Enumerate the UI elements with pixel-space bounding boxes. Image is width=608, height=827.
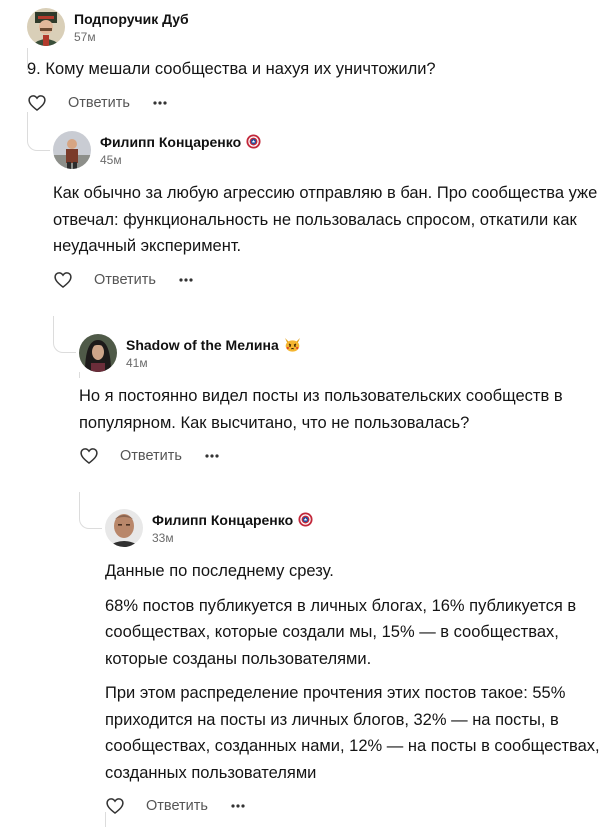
comment-text: Данные по последнему срезу. 68% постов п… xyxy=(105,558,600,786)
avatar[interactable] xyxy=(53,131,91,169)
more-dots-icon[interactable] xyxy=(153,100,167,105)
comment-paragraph: 68% постов публикуется в личных блогах, … xyxy=(105,596,577,668)
comment: Shadow of the Мелина 41м Но я постоянно … xyxy=(79,334,599,467)
author-name[interactable]: Филипп Концаренко xyxy=(152,512,293,528)
comment: Филипп Концаренко 33м Данные по последне… xyxy=(105,509,600,817)
comment-header: Филипп Концаренко 33м xyxy=(105,509,600,547)
comment-paragraph: При этом распределение прочтения этих по… xyxy=(105,684,600,782)
comment-time[interactable]: 45м xyxy=(100,153,261,167)
reply-button[interactable]: Ответить xyxy=(146,798,208,814)
reply-button[interactable]: Ответить xyxy=(94,272,156,288)
avatar[interactable] xyxy=(27,8,65,46)
more-dots-icon[interactable] xyxy=(179,277,193,282)
avatar[interactable] xyxy=(79,334,117,372)
heart-icon[interactable] xyxy=(79,446,99,466)
avatar[interactable] xyxy=(105,509,143,547)
comment-actions: Ответить xyxy=(79,445,599,467)
more-dots-icon[interactable] xyxy=(205,454,219,458)
reply-button[interactable]: Ответить xyxy=(68,95,130,111)
shield-badge-icon xyxy=(246,134,261,149)
comment: Подпоручик Дуб 57м 9. Кому мешали сообще… xyxy=(27,8,597,114)
comment-actions: Ответить xyxy=(27,92,597,114)
comment-paragraph: 9. Кому мешали сообщества и нахуя их уни… xyxy=(27,60,436,78)
author-name[interactable]: Филипп Концаренко xyxy=(100,134,241,150)
comment-actions: Ответить xyxy=(105,795,600,817)
comment-text: Но я постоянно видел посты из пользовате… xyxy=(79,383,599,436)
comment-text: Как обычно за любую агрессию отправляю в… xyxy=(53,180,598,260)
more-dots-icon[interactable] xyxy=(231,804,245,808)
reply-connector xyxy=(53,318,76,353)
heart-icon[interactable] xyxy=(105,796,125,816)
pikachu-emoji-icon xyxy=(284,337,301,352)
comment-paragraph: Как обычно за любую агрессию отправляю в… xyxy=(53,184,598,255)
comment-header: Shadow of the Мелина 41м xyxy=(79,334,599,372)
comment: Филипп Концаренко 45м Как обычно за любу… xyxy=(53,131,598,291)
comment-actions: Ответить xyxy=(53,269,598,291)
reply-button[interactable]: Ответить xyxy=(120,448,182,464)
heart-icon[interactable] xyxy=(53,270,73,290)
comment-time[interactable]: 57м xyxy=(74,30,189,44)
comment-time[interactable]: 41м xyxy=(126,356,301,370)
author-name[interactable]: Подпоручик Дуб xyxy=(74,11,189,27)
reply-connector xyxy=(79,492,102,529)
heart-icon[interactable] xyxy=(27,93,47,113)
comment-time[interactable]: 33м xyxy=(152,531,313,545)
comment-paragraph: Но я постоянно видел посты из пользовате… xyxy=(79,387,563,432)
comment-text: 9. Кому мешали сообщества и нахуя их уни… xyxy=(27,56,597,83)
comment-header: Подпоручик Дуб 57м xyxy=(27,8,597,46)
comment-header: Филипп Концаренко 45м xyxy=(53,131,598,169)
comment-paragraph: Данные по последнему срезу. xyxy=(105,562,334,580)
shield-badge-icon xyxy=(298,512,313,527)
author-name[interactable]: Shadow of the Мелина xyxy=(126,337,279,353)
reply-connector xyxy=(27,112,50,151)
